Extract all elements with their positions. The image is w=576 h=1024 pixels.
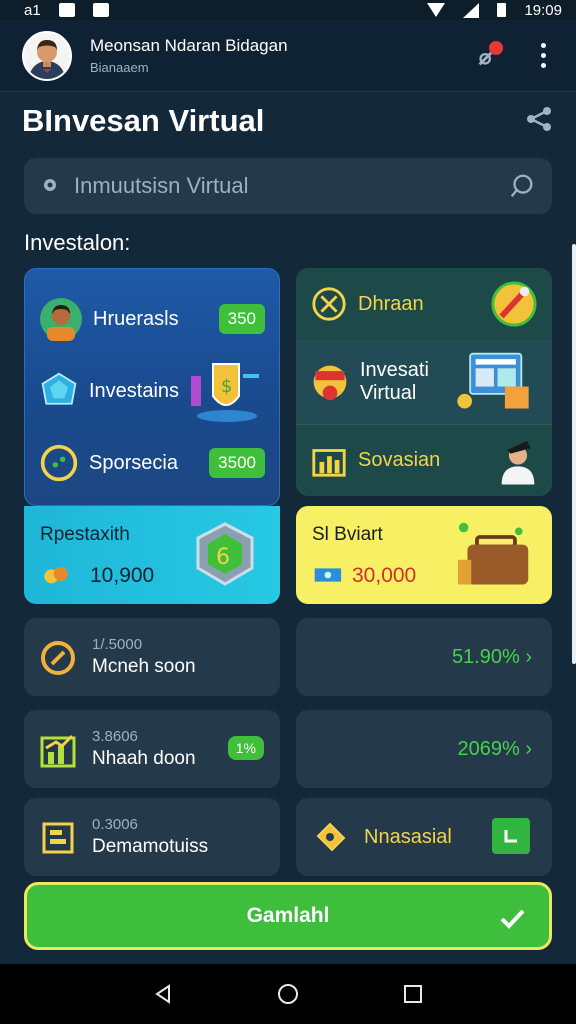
stat-card[interactable]: 51.90% › xyxy=(296,618,552,696)
search-input[interactable] xyxy=(74,173,508,199)
list-item[interactable]: Sporsecia 3500 xyxy=(25,427,279,499)
rocket-icon xyxy=(491,281,537,327)
notification-button[interactable] xyxy=(471,39,505,73)
app-notification-icon xyxy=(58,3,75,17)
smart-value: 30,000 xyxy=(352,564,417,587)
smart-title: Sl Bviart xyxy=(312,524,383,545)
system-nav-bar xyxy=(0,964,576,1024)
check-icon xyxy=(500,909,525,929)
percent-badge: 1% xyxy=(227,736,264,760)
message-icon xyxy=(92,3,109,17)
list-item[interactable]: Dhraan xyxy=(296,268,552,340)
battery-icon xyxy=(497,3,507,17)
chart-board-icon xyxy=(457,352,529,409)
virtual-investment-card[interactable]: Dhraan Invesati Virtual Sovasian xyxy=(296,268,552,496)
stat-card[interactable]: 2069% › xyxy=(296,710,552,788)
share-icon xyxy=(527,106,551,131)
stat-card[interactable]: 1/.5000 Mcneh soon xyxy=(24,618,280,696)
avatar[interactable] xyxy=(22,30,72,81)
app-root: a1 19:09 Meonsan Ndaran Bidagan Bianaaem xyxy=(0,0,576,1024)
svg-text:6: 6 xyxy=(216,545,230,570)
briefcase-icon xyxy=(457,522,529,585)
person-icon xyxy=(40,298,82,341)
bar-chart-icon xyxy=(312,449,346,477)
title-row: BInvesan Virtual xyxy=(22,98,554,144)
status-bar: a1 19:09 xyxy=(0,0,576,20)
crossed-tools-icon xyxy=(312,287,346,321)
signal-icon xyxy=(463,2,480,18)
app-header: Meonsan Ndaran Bidagan Bianaaem xyxy=(0,20,576,92)
location-icon xyxy=(44,179,56,191)
businessman-icon xyxy=(501,440,535,485)
user-avatar-icon xyxy=(29,39,65,79)
percentage-value: 51.90% › xyxy=(451,646,532,668)
user-name: Meonsan Ndaran Bidagan xyxy=(90,36,288,55)
list-item[interactable]: Invesati Virtual xyxy=(296,340,552,424)
balance-title: Rpestaxith xyxy=(40,524,130,545)
home-icon[interactable] xyxy=(276,982,300,1006)
svg-text:$: $ xyxy=(221,376,232,397)
value-badge: 3500 xyxy=(209,448,265,478)
notification-dot xyxy=(489,40,503,55)
share-button[interactable] xyxy=(524,104,554,139)
back-icon[interactable] xyxy=(151,982,175,1006)
value-badge: 350 xyxy=(218,304,265,334)
search-icon xyxy=(510,174,533,198)
list-item[interactable]: Sovasian xyxy=(296,424,552,496)
clock-coin-icon xyxy=(41,641,75,675)
section-label: Investalon: xyxy=(24,230,131,255)
document-icon xyxy=(42,822,74,854)
search-bar[interactable] xyxy=(24,158,552,214)
list-item[interactable]: Hruerasls 350 xyxy=(25,283,279,355)
tag-icon xyxy=(316,822,346,852)
stat-card[interactable]: 3.8606 Nhaah doon 1% xyxy=(24,710,280,788)
percentage-value: 2069% › xyxy=(457,738,533,760)
shield-trophy-icon: $ xyxy=(191,363,259,422)
hexagon-badge-icon: 6 xyxy=(196,522,254,586)
stat-card[interactable]: 0.3006 Demamotuiss xyxy=(24,798,280,876)
growth-chart-icon xyxy=(40,734,76,768)
investments-card[interactable]: Hruerasls 350 Investains $ Sporsecia 350… xyxy=(24,268,280,506)
stat-card[interactable]: Nnasasial xyxy=(296,798,552,876)
clock: 19:09 xyxy=(524,1,562,19)
arrow-corner-icon xyxy=(504,830,517,843)
more-options-button[interactable] xyxy=(533,39,554,72)
balance-value: 10,900 xyxy=(90,564,155,587)
balance-card[interactable]: Rpestaxith 10,900 6 xyxy=(24,506,280,604)
cash-icon xyxy=(314,568,342,582)
user-subtitle: Bianaaem xyxy=(90,60,149,75)
smart-card[interactable]: Sl Bviart 30,000 xyxy=(296,506,552,604)
coin-icon xyxy=(40,444,78,482)
wifi-icon xyxy=(427,3,446,17)
gem-icon xyxy=(41,372,77,405)
page-title: BInvesan Virtual xyxy=(22,103,265,138)
recents-icon[interactable] xyxy=(401,982,425,1006)
scrollbar[interactable] xyxy=(572,244,576,664)
list-item[interactable]: Investains $ xyxy=(25,355,279,427)
open-button[interactable] xyxy=(492,818,530,854)
primary-action-button[interactable]: Gamlahl xyxy=(24,882,552,950)
character-icon xyxy=(313,365,347,401)
coins-icon xyxy=(44,567,68,584)
network-label: a1 xyxy=(24,1,41,19)
